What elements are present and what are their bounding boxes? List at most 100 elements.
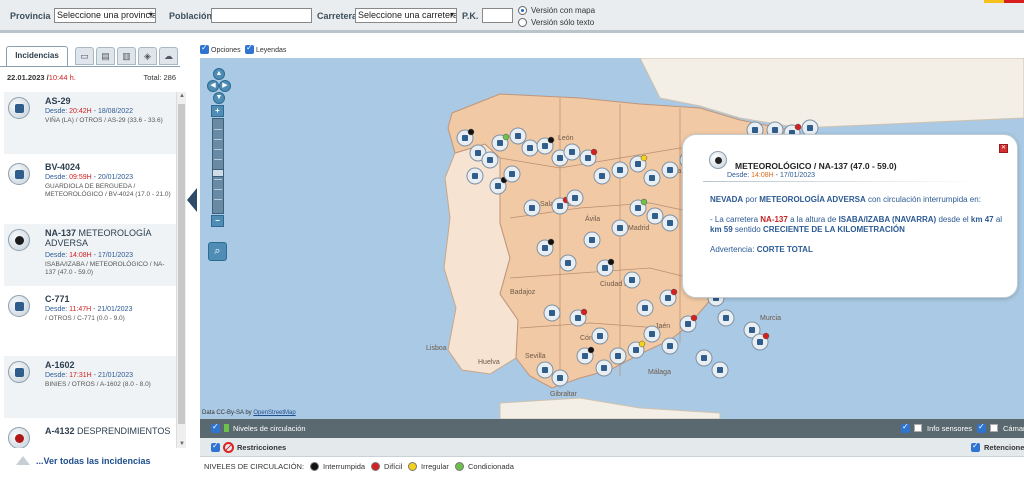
incident-since: Desde: 14:08H - 17/01/2023 bbox=[45, 252, 133, 259]
camera-icon bbox=[990, 424, 998, 432]
incident-road-code: AS-29 bbox=[45, 96, 71, 106]
zoom-out-icon[interactable]: − bbox=[211, 215, 224, 227]
incident-marker-glyph bbox=[649, 331, 655, 337]
incident-row[interactable]: C-771 Desde: 11:47H - 21/01/2023 / OTROS … bbox=[4, 290, 176, 352]
incident-since-label: Desde: bbox=[45, 174, 68, 181]
place-label: Málaga bbox=[648, 369, 671, 376]
legend-label-dificil: Difícil bbox=[384, 462, 403, 471]
traffic-level-dot-icon bbox=[670, 288, 678, 296]
poblacion-input[interactable] bbox=[211, 8, 312, 23]
tab-panels[interactable]: ▤ bbox=[96, 47, 115, 65]
incident-row[interactable]: NA-137 METEOROLOGÍA ADVERSA Desde: 14:08H… bbox=[4, 224, 176, 286]
popup-type: METEOROLOGÍA ADVERSA bbox=[759, 195, 866, 204]
tab-weather[interactable]: ☁ bbox=[159, 47, 178, 65]
tab-roadworks[interactable]: ▥ bbox=[117, 47, 136, 65]
incident-marker-glyph bbox=[462, 135, 468, 141]
incident-row[interactable]: BV-4024 Desde: 09:59H - 20/01/2023 GUARDI… bbox=[4, 158, 176, 222]
legend-dot-irregular-icon bbox=[408, 462, 417, 471]
incident-row[interactable]: A-4132 DESPRENDIMIENTOSDesde: 09:53H - 1… bbox=[4, 422, 176, 448]
popup-time: 14:08H bbox=[751, 172, 774, 179]
close-icon[interactable]: ✕ bbox=[999, 144, 1008, 153]
incident-marker-glyph bbox=[557, 155, 563, 161]
incident-list-scrollbar[interactable]: ▲ ▼ bbox=[176, 92, 186, 448]
place-label: Gibraltar bbox=[550, 391, 578, 398]
incident-marker-glyph bbox=[557, 203, 563, 209]
traffic-level-dot-icon bbox=[580, 308, 588, 316]
retenciones-checkbox[interactable] bbox=[971, 441, 980, 452]
incident-marker-glyph bbox=[749, 327, 755, 333]
incident-marker-glyph bbox=[617, 167, 623, 173]
incident-since-label: Desde: bbox=[45, 372, 68, 379]
tab-sensors[interactable]: ◈ bbox=[138, 47, 157, 65]
carretera-select[interactable]: Seleccione una carretera ▾ bbox=[355, 8, 457, 23]
zoom-slider[interactable] bbox=[212, 118, 224, 214]
pan-up-icon[interactable]: ▲ bbox=[213, 68, 225, 80]
scroll-up-icon[interactable]: ▲ bbox=[178, 93, 186, 99]
popup-cause: NEVADA bbox=[710, 195, 744, 204]
tab-cameras[interactable]: ▭ bbox=[75, 47, 94, 65]
incident-road: BV-4024 bbox=[45, 162, 173, 172]
current-date-value: 22.01.2023 bbox=[7, 73, 45, 82]
traffic-level-dot-icon bbox=[502, 133, 510, 141]
info-sensores-checkbox[interactable] bbox=[901, 422, 910, 433]
place-label: Sevilla bbox=[525, 353, 546, 360]
traffic-level-dot-icon bbox=[640, 154, 648, 162]
incident-road-code: A-1602 bbox=[45, 360, 75, 370]
collapse-panel-arrow-icon[interactable] bbox=[187, 188, 197, 212]
legend-dot-condicionada-icon bbox=[455, 462, 464, 471]
niveles-label: Niveles de circulación bbox=[233, 424, 306, 433]
leyendas-checkbox[interactable] bbox=[245, 43, 254, 54]
magnify-zoom-icon[interactable]: ⌕ bbox=[208, 242, 227, 261]
view-all-incidents-link[interactable]: ...Ver todas las incidencias bbox=[36, 456, 151, 466]
popup-direction: CRECIENTE DE LA KILOMETRACIÓN bbox=[762, 225, 905, 234]
incident-detail: BINIES / OTROS / A-1602 (8.0 - 8.0) bbox=[45, 381, 151, 388]
camaras-checkbox[interactable] bbox=[977, 422, 986, 433]
popup-text: por bbox=[745, 195, 757, 204]
incident-detail: VIÑA (LA) / OTROS / AS-29 (33.6 - 33.6) bbox=[45, 117, 163, 124]
carretera-label: Carretera bbox=[317, 11, 358, 21]
scroll-down-icon[interactable]: ▼ bbox=[178, 441, 186, 447]
incident-type-icon bbox=[8, 229, 30, 251]
restricciones-checkbox[interactable] bbox=[211, 441, 220, 452]
traffic-level-dot-icon bbox=[587, 346, 595, 354]
pan-right-icon[interactable]: ▶ bbox=[219, 80, 231, 92]
incident-marker-glyph bbox=[582, 353, 588, 359]
incident-cause: DESPRENDIMIENTOS bbox=[77, 426, 171, 436]
zoom-slider-knob[interactable] bbox=[212, 169, 224, 177]
sensor-icon bbox=[914, 424, 922, 432]
popup-date-value: 17/01/2023 bbox=[779, 172, 815, 179]
incident-marker-glyph bbox=[701, 355, 707, 361]
incident-marker-glyph bbox=[652, 213, 658, 219]
radio-text-version[interactable] bbox=[518, 18, 527, 27]
pan-control[interactable]: ▲ ◀ ▶ ▼ bbox=[207, 68, 231, 104]
incident-type-icon bbox=[8, 361, 30, 383]
opciones-checkbox[interactable] bbox=[200, 43, 209, 54]
pk-input[interactable] bbox=[482, 8, 513, 23]
incident-marker-glyph bbox=[723, 315, 729, 321]
traffic-level-dot-icon bbox=[690, 314, 698, 322]
incident-marker-glyph bbox=[575, 315, 581, 321]
incident-row[interactable]: AS-29 Desde: 20:42H - 18/08/2022 VIÑA (LA… bbox=[4, 92, 176, 154]
incident-marker-glyph bbox=[602, 265, 608, 271]
incident-marker-glyph bbox=[642, 305, 648, 311]
incident-type-icon bbox=[8, 295, 30, 317]
triangle-icon bbox=[16, 456, 30, 465]
incident-marker-glyph bbox=[667, 167, 673, 173]
incident-row[interactable]: A-1602 Desde: 17:31H - 21/01/2023 BINIES … bbox=[4, 356, 176, 418]
scroll-thumb[interactable] bbox=[178, 104, 185, 424]
incident-marker-glyph bbox=[599, 173, 605, 179]
info-sensores-label: Info sensores bbox=[927, 424, 973, 433]
tab-incidencias[interactable]: Incidencias bbox=[6, 46, 68, 66]
zoom-in-icon[interactable]: + bbox=[211, 105, 224, 117]
incident-marker-glyph bbox=[487, 157, 493, 163]
niveles-checkbox[interactable] bbox=[211, 422, 220, 433]
radio-map-version[interactable] bbox=[518, 6, 527, 15]
attribution-link[interactable]: OpenStreetMap bbox=[253, 410, 295, 416]
incident-road: A-4132 DESPRENDIMIENTOS bbox=[45, 426, 173, 436]
popup-warning-value: CORTE TOTAL bbox=[756, 245, 813, 254]
pan-down-icon[interactable]: ▼ bbox=[213, 92, 225, 104]
incident-date: 21/01/2023 bbox=[97, 306, 133, 313]
provincia-select[interactable]: Seleccione una provincia ▾ bbox=[54, 8, 156, 23]
pan-left-icon[interactable]: ◀ bbox=[207, 80, 219, 92]
traffic-level-dot-icon bbox=[467, 128, 475, 136]
